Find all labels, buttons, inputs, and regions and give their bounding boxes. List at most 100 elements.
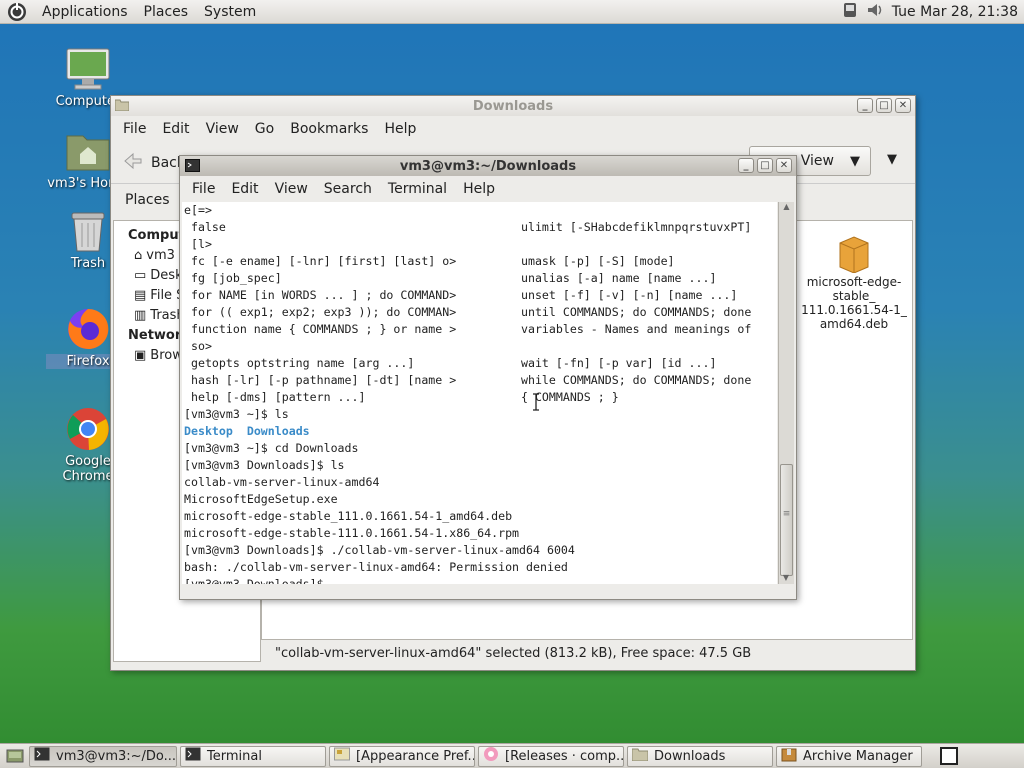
help-entry-left: fg [job_spec] (184, 271, 282, 285)
taskbar-button[interactable]: Terminal (180, 745, 326, 767)
terminal-line: [vm3@vm3 Downloads]$ ls (184, 458, 345, 472)
menu-help[interactable]: Help (455, 181, 503, 197)
taskbar-label: [Appearance Pref... (356, 748, 475, 764)
distro-logo-icon[interactable] (6, 1, 28, 23)
menu-file[interactable]: File (115, 121, 154, 137)
volume-icon[interactable] (866, 1, 884, 23)
text-cursor-icon (532, 393, 540, 415)
file-item-edge-deb[interactable]: microsoft-edge-stable_ 111.0.1661.54-1_ … (796, 233, 912, 331)
minimize-button[interactable]: _ (738, 158, 754, 173)
show-desktop-icon[interactable] (4, 746, 26, 766)
help-entry-right: unset [-f] [-v] [-n] [name ...] (514, 288, 738, 302)
close-button[interactable]: ✕ (895, 98, 911, 113)
menu-edit[interactable]: Edit (154, 121, 197, 137)
terminal-line: microsoft-edge-stable_111.0.1661.54-1_am… (184, 509, 513, 523)
help-listing: e[=> false ulimit [-SHabcdefiklmnpqrstuv… (184, 202, 777, 406)
file-manager-menubar: File Edit View Go Bookmarks Help (111, 116, 915, 142)
taskbar-button[interactable]: [Appearance Pref... (329, 745, 475, 767)
chrome-icon (64, 406, 112, 452)
terminal-line: false ulimit [-SHabcdefiklmnpqrstuvxPT] (184, 219, 777, 236)
menu-go[interactable]: Go (247, 121, 282, 137)
maximize-button[interactable]: □ (757, 158, 773, 173)
terminal-line: MicrosoftEdgeSetup.exe (184, 492, 338, 506)
taskbar-button[interactable]: Archive Manager (776, 745, 922, 767)
terminal-line: bash: ./collab-vm-server-linux-amd64: Pe… (184, 560, 568, 574)
terminal-line: function name { COMMANDS ; } or name > v… (184, 321, 777, 338)
file-manager-titlebar[interactable]: Downloads _ □ ✕ (111, 96, 915, 116)
places-menu[interactable]: Places (136, 4, 197, 20)
scroll-down-icon[interactable]: ▼ (779, 573, 793, 582)
terminal-titlebar[interactable]: vm3@vm3:~/Downloads _ □ ✕ (180, 156, 796, 176)
terminal-line: microsoft-edge-stable-111.0.1661.54-1.x8… (184, 526, 520, 540)
menu-view[interactable]: View (198, 121, 247, 137)
menu-search[interactable]: Search (316, 181, 380, 197)
taskbar-button[interactable]: vm3@vm3:~/Do... (29, 745, 177, 767)
close-button[interactable]: ✕ (776, 158, 792, 173)
overflow-chevron-icon[interactable]: ▼ (887, 152, 897, 167)
scroll-up-icon[interactable]: ▲ (779, 202, 794, 211)
terminal-icon (185, 159, 200, 176)
places-label[interactable]: Places (125, 192, 170, 208)
terminal-line: [vm3@vm3 ~]$ ls (184, 407, 289, 421)
package-icon (796, 233, 912, 275)
archive-icon (781, 747, 797, 766)
terminal-line: for (( exp1; exp2; exp3 )); do COMMAN> u… (184, 304, 777, 321)
menu-edit[interactable]: Edit (223, 181, 266, 197)
help-entry-left: fc [-e ename] [-lnr] [first] [last] o> (184, 254, 457, 268)
menu-bookmarks[interactable]: Bookmarks (282, 121, 376, 137)
ls-dir-downloads: Downloads (246, 424, 310, 438)
help-entry-right: until COMMANDS; do COMMANDS; done (514, 305, 752, 319)
taskbar-button[interactable]: [Releases · comp... (478, 745, 624, 767)
terminal-line: fc [-e ename] [-lnr] [first] [last] o> u… (184, 253, 777, 270)
status-bar: "collab-vm-server-linux-amd64" selected … (275, 645, 752, 661)
menu-view[interactable]: View (267, 181, 316, 197)
terminal-icon (34, 747, 50, 765)
terminal-output[interactable]: e[=> false ulimit [-SHabcdefiklmnpqrstuv… (182, 202, 777, 584)
help-entry-left: [l> (184, 237, 212, 251)
home-icon: ⌂ (134, 247, 143, 263)
help-entry-left: false (184, 220, 226, 234)
terminal-line: collab-vm-server-linux-amd64 (184, 475, 380, 489)
trash-icon: ▥ (134, 307, 147, 323)
taskbar-label: Archive Manager (803, 748, 913, 764)
taskbar-button[interactable]: Downloads (627, 745, 773, 767)
folder-icon (114, 99, 130, 115)
taskbar-label: Terminal (207, 748, 262, 764)
ls-output: Desktop Downloads (184, 423, 777, 440)
menu-help[interactable]: Help (376, 121, 424, 137)
terminal-lines-after: [vm3@vm3 ~]$ cd Downloads [vm3@vm3 Downlo… (184, 440, 777, 584)
help-entry-left: e[=> (184, 203, 212, 217)
menu-terminal[interactable]: Terminal (380, 181, 455, 197)
ls-dir-desktop: Desktop (184, 424, 233, 438)
terminal-title: vm3@vm3:~/Downloads (399, 158, 577, 174)
terminal-line: [vm3@vm3 Downloads]$ (184, 577, 331, 584)
scrollbar-thumb[interactable]: ≡ (780, 464, 793, 576)
terminal-line: so> (184, 338, 777, 355)
desktop-folder-icon: ▭ (134, 267, 147, 283)
bottom-panel: vm3@vm3:~/Do... Terminal [Appearance Pref.… (0, 743, 1024, 768)
terminal-window[interactable]: vm3@vm3:~/Downloads _ □ ✕ File Edit View… (179, 155, 797, 600)
workspace-switcher[interactable] (940, 747, 958, 765)
system-menu[interactable]: System (196, 4, 264, 20)
window-list: vm3@vm3:~/Do... Terminal [Appearance Pref.… (26, 744, 922, 768)
maximize-button[interactable]: □ (876, 98, 892, 113)
applications-menu[interactable]: Applications (34, 4, 136, 20)
back-button[interactable]: Back (123, 152, 185, 174)
terminal-menubar: File Edit View Search Terminal Help (180, 176, 796, 202)
browser-icon (483, 747, 499, 766)
help-entry-left: getopts optstring name [arg ...] (184, 356, 415, 370)
terminal-line: for NAME [in WORDS ... ] ; do COMMAND> u… (184, 287, 777, 304)
help-entry-left: so> (184, 339, 212, 353)
minimize-button[interactable]: _ (857, 98, 873, 113)
help-entry-right: { COMMANDS ; } (514, 390, 619, 404)
terminal-line: fg [job_spec] unalias [-a] name [name ..… (184, 270, 777, 287)
menu-file[interactable]: File (184, 181, 223, 197)
help-entry-left: hash [-lr] [-p pathname] [-dt] [name > (184, 373, 457, 387)
help-entry-right: while COMMANDS; do COMMANDS; done (514, 373, 752, 387)
clock[interactable]: Tue Mar 28, 21:38 (892, 4, 1018, 20)
terminal-scrollbar[interactable]: ▲ ≡ ▼ (778, 202, 794, 584)
terminal-line: e[=> (184, 202, 777, 219)
help-entry-right: ulimit [-SHabcdefiklmnpqrstuvxPT] (514, 220, 752, 234)
terminal-line: help [-dms] [pattern ...] { COMMANDS ; } (184, 389, 777, 406)
screen-reader-icon[interactable] (842, 1, 858, 23)
